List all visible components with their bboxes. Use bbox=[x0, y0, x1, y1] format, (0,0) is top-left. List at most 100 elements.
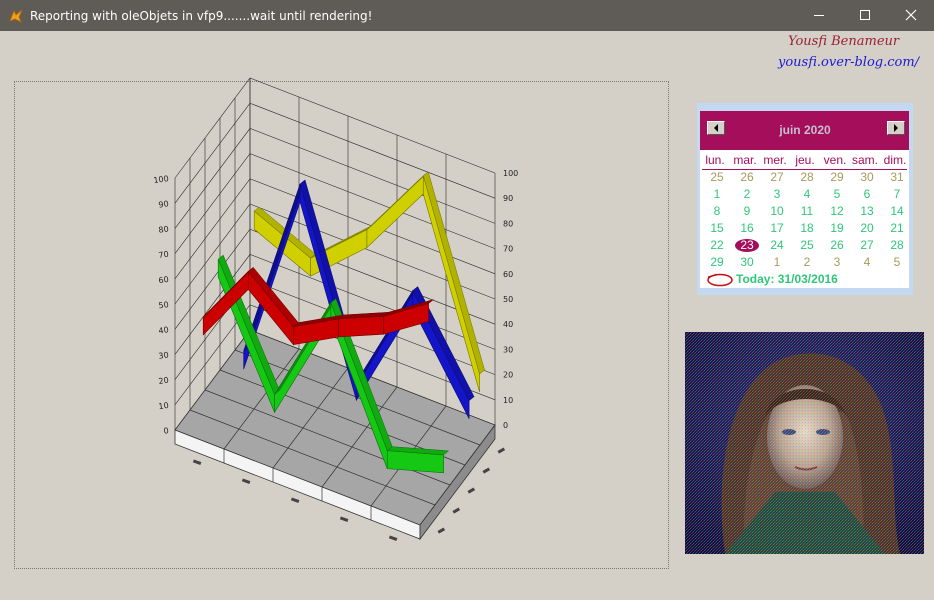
chart-y-tick-label: 0 bbox=[163, 426, 169, 436]
calendar-day[interactable]: 25 bbox=[702, 169, 732, 186]
chart-olecontrol[interactable]: 0 10 20 30 40 50 60 70 80 90 100 0 10 20 30 40 50 60 70 80 9… bbox=[14, 77, 669, 569]
chart-z-tick-mark bbox=[467, 487, 476, 494]
calendar-day[interactable]: 25 bbox=[792, 237, 822, 254]
month-calendar[interactable]: juin 2020 lun. mar. mer. jeu. ven. sam. dim. 25… bbox=[697, 103, 913, 295]
calendar-week-row: 1234567 bbox=[702, 186, 910, 203]
calendar-week-row: 15 16 17 18 19 20 21 bbox=[702, 220, 910, 237]
calendar-month-label[interactable]: juin 2020 bbox=[740, 123, 870, 137]
weekday-divider bbox=[702, 169, 907, 170]
calendar-day[interactable]: 12 bbox=[822, 203, 852, 220]
arrow-left-icon bbox=[714, 124, 718, 132]
weekday-label: ven. bbox=[823, 153, 847, 167]
chart-x-tick-mark bbox=[388, 535, 398, 542]
calendar-day[interactable]: 2 bbox=[792, 254, 822, 271]
calendar-day[interactable]: 20 bbox=[852, 220, 882, 237]
calendar-day[interactable]: 1 bbox=[762, 254, 792, 271]
author-name: Yousfi Benameur bbox=[788, 34, 900, 49]
weekday-label: dim. bbox=[883, 153, 907, 167]
calendar-day[interactable]: 3 bbox=[822, 254, 852, 271]
calendar-day[interactable]: 13 bbox=[852, 203, 882, 220]
calendar-week-row: 22 23 24 25 26 27 28 bbox=[702, 237, 910, 254]
calendar-day[interactable]: 24 bbox=[762, 237, 792, 254]
calendar-day[interactable]: 27 bbox=[762, 169, 792, 186]
chart-ribbon-segment bbox=[338, 315, 384, 338]
calendar-day[interactable]: 9 bbox=[732, 203, 762, 220]
maximize-icon bbox=[860, 10, 870, 20]
calendar-day[interactable]: 4 bbox=[792, 186, 822, 203]
today-label: Today: 31/03/2016 bbox=[736, 272, 838, 286]
chart-y-tick-label: 40 bbox=[158, 325, 169, 335]
calendar-day[interactable]: 1 bbox=[702, 186, 732, 203]
chart-y-tick-label: 20 bbox=[158, 376, 169, 386]
calendar-day[interactable]: 16 bbox=[732, 220, 762, 237]
weekday-label: sam. bbox=[851, 153, 878, 167]
chart-y-tick-label: 60 bbox=[158, 275, 169, 285]
calendar-week-row: 25 26 27 28 29 30 31 bbox=[702, 169, 910, 186]
today-link[interactable]: Today: 31/03/2016 bbox=[704, 271, 909, 287]
calendar-day[interactable]: 29 bbox=[702, 254, 732, 271]
chart-y2-tick-label: 10 bbox=[503, 396, 513, 405]
minimize-button[interactable] bbox=[796, 0, 842, 31]
chart-gridline bbox=[174, 102, 496, 204]
chart-z-tick-mark bbox=[452, 507, 461, 514]
chart-y-tick-label: 30 bbox=[158, 350, 169, 360]
calendar-day[interactable]: 2 bbox=[732, 186, 762, 203]
chart-y2-tick-label: 40 bbox=[503, 320, 513, 329]
calendar-day[interactable]: 28 bbox=[792, 169, 822, 186]
calendar-day[interactable]: 15 bbox=[702, 220, 732, 237]
calendar-day[interactable]: 17 bbox=[762, 220, 792, 237]
calendar-day[interactable]: 8 bbox=[702, 203, 732, 220]
calendar-day[interactable]: 26 bbox=[822, 237, 852, 254]
calendar-day[interactable]: 19 bbox=[822, 220, 852, 237]
chart-y-tick-label: 10 bbox=[158, 401, 169, 411]
chart-x-tick-mark bbox=[192, 459, 202, 466]
chart-z-tick-mark bbox=[437, 527, 446, 534]
minimize-icon bbox=[814, 15, 824, 16]
arrow-right-icon bbox=[894, 124, 898, 132]
calendar-day-selected[interactable]: 23 bbox=[732, 237, 762, 254]
calendar-body: juin 2020 lun. mar. mer. jeu. ven. sam. dim. 25… bbox=[700, 111, 909, 288]
chart-y2-tick-label: 30 bbox=[503, 345, 513, 354]
chart-y2-tick-label: 20 bbox=[503, 371, 513, 380]
weekday-label: lun. bbox=[705, 153, 725, 167]
calendar-day[interactable]: 5 bbox=[822, 186, 852, 203]
chart-y2-tick-label: 50 bbox=[503, 295, 513, 304]
calendar-header: juin 2020 bbox=[700, 111, 909, 150]
calendar-day[interactable]: 4 bbox=[852, 254, 882, 271]
calendar-day[interactable]: 29 bbox=[822, 169, 852, 186]
calendar-day-label: 23 bbox=[740, 238, 754, 252]
chart-y2-tick-label: 80 bbox=[503, 219, 513, 228]
previous-month-button[interactable] bbox=[707, 121, 725, 135]
today-circle-icon bbox=[707, 273, 733, 287]
calendar-day[interactable]: 7 bbox=[882, 186, 912, 203]
chart-x-tick-mark bbox=[290, 497, 300, 504]
calendar-day[interactable]: 11 bbox=[792, 203, 822, 220]
chart-gridline bbox=[174, 77, 496, 179]
calendar-day[interactable]: 10 bbox=[762, 203, 792, 220]
calendar-day[interactable]: 27 bbox=[852, 237, 882, 254]
calendar-day[interactable]: 18 bbox=[792, 220, 822, 237]
chart-y-tick-label: 90 bbox=[158, 199, 169, 209]
portrait-photo-image bbox=[685, 332, 924, 554]
chart-z-tick-mark bbox=[497, 447, 506, 454]
calendar-day[interactable]: 21 bbox=[882, 220, 912, 237]
calendar-day[interactable]: 3 bbox=[762, 186, 792, 203]
calendar-day[interactable]: 30 bbox=[732, 254, 762, 271]
portrait-photo bbox=[685, 332, 924, 554]
author-blog-link[interactable]: yousfi.over-blog.com/ bbox=[778, 55, 919, 70]
calendar-day[interactable]: 31 bbox=[882, 169, 912, 186]
calendar-day[interactable]: 28 bbox=[882, 237, 912, 254]
calendar-day[interactable]: 6 bbox=[852, 186, 882, 203]
calendar-day[interactable]: 5 bbox=[882, 254, 912, 271]
calendar-day[interactable]: 30 bbox=[852, 169, 882, 186]
chart-y2-tick-label: 0 bbox=[503, 421, 508, 430]
next-month-button[interactable] bbox=[887, 121, 905, 135]
calendar-day[interactable]: 22 bbox=[702, 237, 732, 254]
chart-y2-tick-label: 60 bbox=[503, 270, 513, 279]
maximize-button[interactable] bbox=[842, 0, 888, 31]
close-button[interactable] bbox=[888, 0, 934, 31]
calendar-day[interactable]: 26 bbox=[732, 169, 762, 186]
calendar-day[interactable]: 14 bbox=[882, 203, 912, 220]
chart-y-tick-label: 50 bbox=[158, 300, 169, 310]
chart-y-tick-label: 80 bbox=[158, 224, 169, 234]
